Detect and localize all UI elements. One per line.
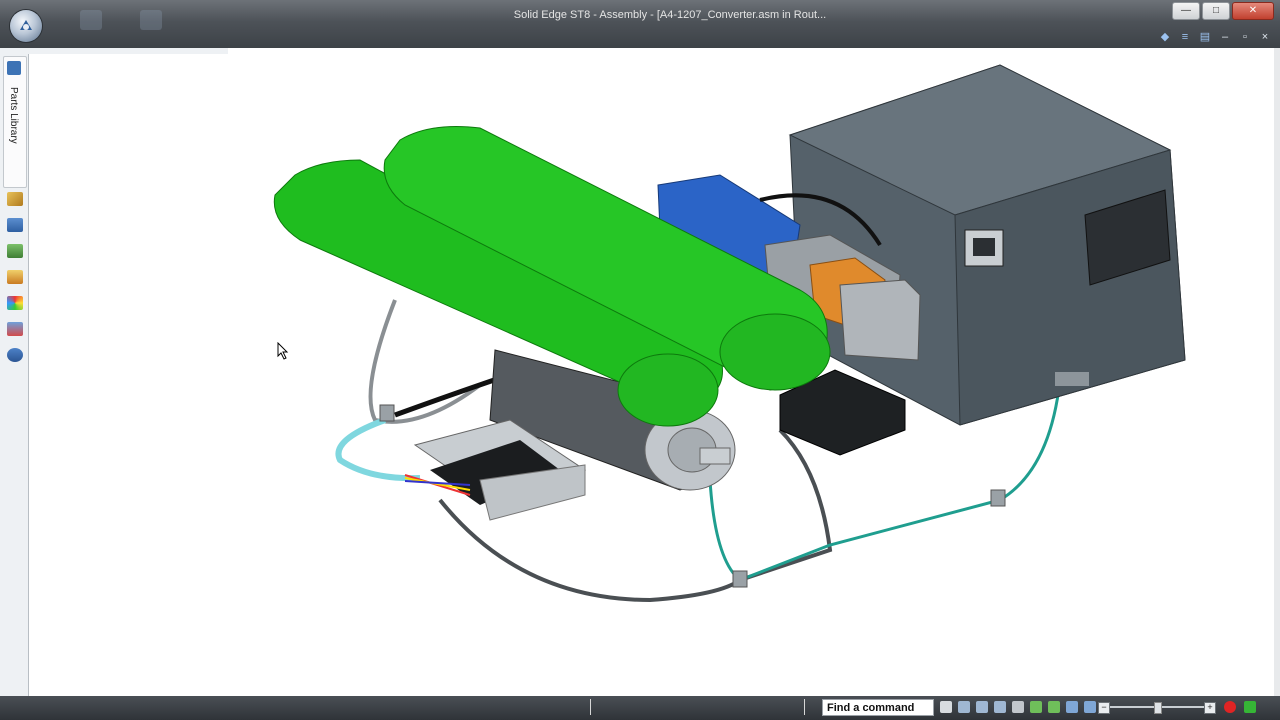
maximize-button[interactable]: □ (1202, 2, 1230, 20)
view-style-icon[interactable] (1084, 701, 1096, 713)
zoom-slider[interactable]: − + (1098, 702, 1216, 714)
parts-library-icon (7, 61, 21, 75)
assembly-model[interactable] (29, 54, 1273, 696)
rotate-icon[interactable] (1030, 701, 1042, 713)
assembly-tree-icon[interactable] (7, 218, 23, 232)
color-icon[interactable] (7, 270, 23, 284)
record-icon[interactable] (1224, 701, 1236, 713)
arrow-icon[interactable] (940, 701, 952, 713)
status-bar: Find a command − + (0, 696, 1280, 720)
cable-clip (379, 404, 395, 422)
minimize-button[interactable]: — (1172, 2, 1200, 20)
view-icon[interactable] (7, 322, 23, 336)
settings-icon[interactable] (7, 348, 23, 362)
docking-panel: Parts Library (0, 48, 29, 696)
pan-icon[interactable] (1012, 701, 1024, 713)
black-cable (394, 375, 501, 418)
cable-clip (990, 489, 1006, 507)
cable-clip (732, 570, 748, 588)
window-title: Solid Edge ST8 - Assembly - [A4-1207_Con… (513, 9, 827, 21)
layout-icon[interactable] (7, 296, 23, 310)
sensors-icon[interactable] (7, 244, 23, 258)
status-divider (804, 699, 805, 715)
doc-minimize-button[interactable]: – (1218, 30, 1232, 44)
layers-icon[interactable] (7, 192, 23, 206)
close-button[interactable]: ✕ (1232, 2, 1274, 20)
command-finder-input[interactable]: Find a command (822, 699, 934, 716)
zoom-area-icon[interactable] (976, 701, 988, 713)
fit-icon[interactable] (958, 701, 970, 713)
parts-library-label: Parts Library (8, 87, 19, 144)
mouse-cursor-icon (277, 342, 289, 360)
orient-icon[interactable] (1048, 701, 1060, 713)
zoom-thumb[interactable] (1154, 702, 1162, 714)
zoom-out-icon[interactable]: − (1098, 702, 1110, 714)
upload-icon[interactable] (1244, 701, 1256, 713)
window-icon[interactable]: ▤ (1198, 30, 1212, 44)
plc-controller (788, 64, 1186, 426)
parts-library-tab[interactable]: Parts Library (3, 56, 27, 188)
help-icon[interactable]: ◆ (1158, 30, 1172, 44)
graphics-viewport[interactable] (29, 54, 1273, 696)
zoom-icon[interactable] (994, 701, 1006, 713)
doc-close-button[interactable]: × (1258, 30, 1272, 44)
title-bar: Solid Edge ST8 - Assembly - [A4-1207_Con… (0, 0, 1280, 48)
render-icon[interactable] (1066, 701, 1078, 713)
doc-restore-button[interactable]: ▫ (1238, 30, 1252, 44)
cyan-cable (335, 417, 421, 482)
options-icon[interactable]: ≡ (1178, 30, 1192, 44)
zoom-in-icon[interactable]: + (1204, 702, 1216, 714)
vertical-scrollbar[interactable] (1274, 48, 1280, 696)
status-divider (590, 699, 591, 715)
